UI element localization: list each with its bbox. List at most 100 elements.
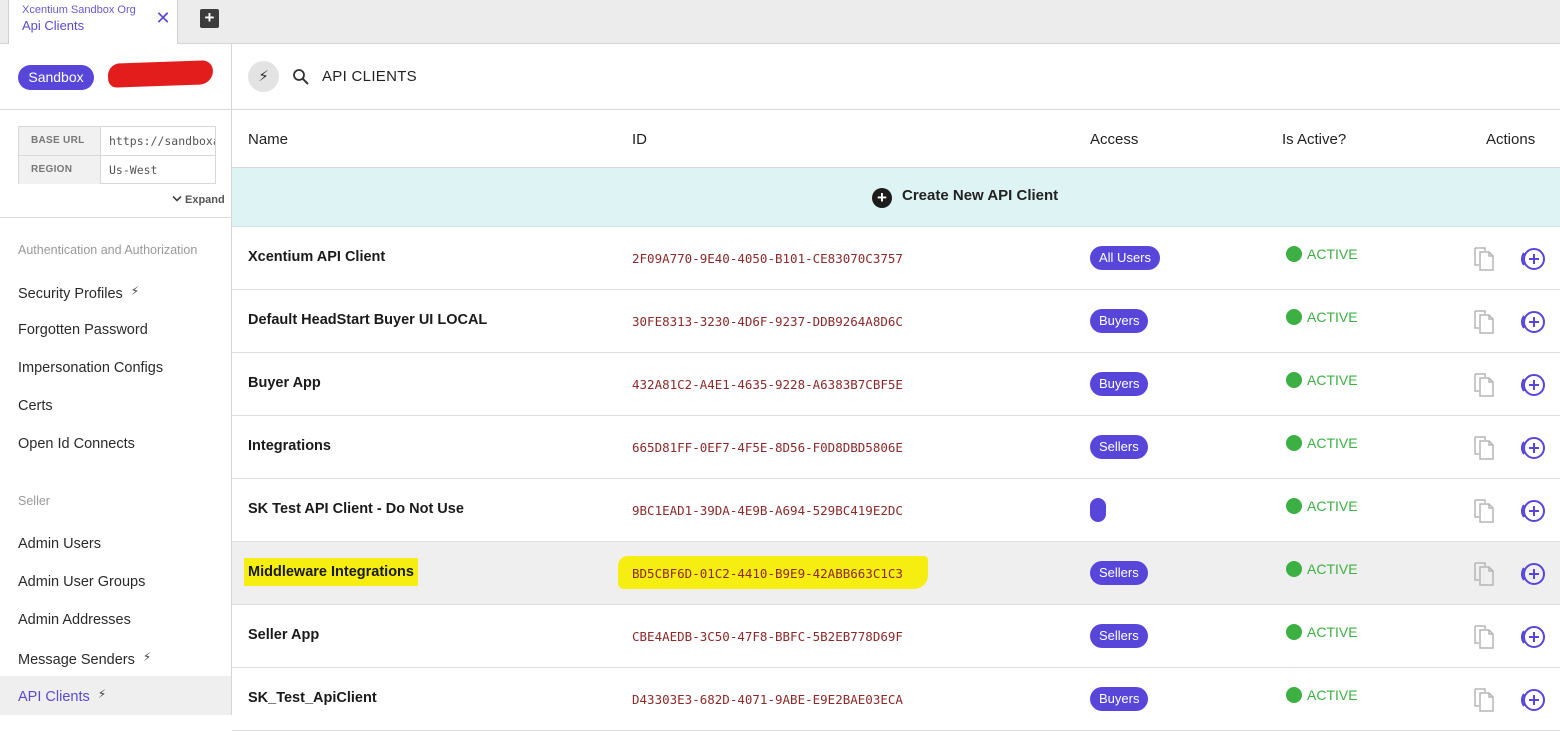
copy-icon[interactable]	[1472, 372, 1496, 398]
add-circle-icon[interactable]	[1520, 309, 1546, 335]
table-row[interactable]: Integrations 665D81FF-0EF7-4F5E-8D56-F0D…	[232, 416, 1560, 479]
env-row-region: REGION Us-West	[19, 155, 215, 184]
column-header-is-active[interactable]: Is Active?	[1282, 131, 1346, 148]
client-name-text: Middleware Integrations	[244, 558, 418, 586]
copy-icon[interactable]	[1472, 624, 1496, 650]
sidebar-item-message-senders[interactable]: Message Senders ⚡	[18, 650, 151, 668]
add-circle-icon[interactable]	[1520, 561, 1546, 587]
client-id: 2F09A770-9E40-4050-B101-CE83070C3757	[632, 251, 903, 266]
sidebar-item-label: Security Profiles	[18, 286, 123, 302]
client-id: 30FE8313-3230-4D6F-9237-DDB9264A8D6C	[632, 314, 903, 329]
status-dot-icon	[1286, 309, 1302, 325]
divider	[0, 109, 232, 110]
column-header-name[interactable]: Name	[248, 131, 288, 148]
status-badge: ACTIVE	[1286, 246, 1358, 262]
status-badge: ACTIVE	[1286, 687, 1358, 703]
sidebar-item-forgotten-password[interactable]: Forgotten Password	[18, 322, 148, 338]
column-header-id[interactable]: ID	[632, 131, 647, 148]
copy-icon[interactable]	[1472, 309, 1496, 335]
client-name: Xcentium API Client	[248, 249, 385, 265]
create-api-client-button[interactable]: + Create New API Client	[872, 187, 1058, 209]
column-header-access[interactable]: Access	[1090, 131, 1138, 148]
bolt-icon: ⚡	[97, 687, 107, 701]
sidebar-item-api-clients[interactable]: API Clients ⚡	[18, 687, 106, 705]
table-row[interactable]: SK_Test_ApiClient D43303E3-682D-4071-9AB…	[232, 668, 1560, 731]
page-header: ⚡ API CLIENTS	[232, 44, 1560, 110]
sidebar-item-admin-users[interactable]: Admin Users	[18, 536, 101, 552]
status-text: ACTIVE	[1307, 309, 1358, 325]
status-dot-icon	[1286, 246, 1302, 262]
client-name-text: Xcentium API Client	[248, 249, 386, 265]
environment-badge[interactable]: Sandbox	[18, 65, 94, 90]
status-text: ACTIVE	[1307, 435, 1358, 451]
copy-icon[interactable]	[1472, 435, 1496, 461]
access-badge	[1090, 498, 1106, 522]
access-badge: Sellers	[1090, 561, 1148, 585]
copy-icon[interactable]	[1472, 498, 1496, 524]
table-row[interactable]: Buyer App 432A81C2-A4E1-4635-9228-A6383B…	[232, 353, 1560, 416]
client-name-text: Default HeadStart Buyer UI LOCAL	[248, 312, 488, 328]
add-circle-icon[interactable]	[1520, 687, 1546, 713]
sidebar-item-label: Message Senders	[18, 652, 135, 668]
access-badge: Buyers	[1090, 372, 1149, 396]
environment-info: BASE URL https://sandboxapi.ordercloud.i…	[18, 126, 216, 184]
plus-circle-icon: +	[872, 188, 892, 208]
client-name: Integrations	[248, 438, 331, 454]
table-row[interactable]: Seller App CBE4AEDB-3C50-47F8-BBFC-5B2EB…	[232, 605, 1560, 668]
bolt-icon: ⚡	[130, 284, 140, 298]
client-id: CBE4AEDB-3C50-47F8-BBFC-5B2EB778D69F	[632, 629, 903, 644]
add-circle-icon[interactable]	[1520, 498, 1546, 524]
sidebar-item-admin-addresses[interactable]: Admin Addresses	[18, 612, 131, 628]
expand-label: Expand	[185, 194, 225, 206]
tab-api-clients[interactable]: Xcentium Sandbox Org Api Clients ✕	[8, 0, 178, 44]
sidebar-item-open-id-connects[interactable]: Open Id Connects	[18, 436, 135, 452]
status-dot-icon	[1286, 498, 1302, 514]
status-text: ACTIVE	[1307, 246, 1358, 262]
search-icon[interactable]	[292, 68, 310, 86]
divider	[0, 217, 232, 218]
status-text: ACTIVE	[1307, 624, 1358, 640]
table-row[interactable]: SK Test API Client - Do Not Use 9BC1EAD1…	[232, 479, 1560, 542]
create-row: + Create New API Client	[232, 168, 1560, 227]
table-row[interactable]: Default HeadStart Buyer UI LOCAL 30FE831…	[232, 290, 1560, 353]
bolt-icon[interactable]: ⚡	[248, 61, 279, 92]
add-circle-icon[interactable]	[1520, 435, 1546, 461]
create-label: Create New API Client	[902, 187, 1059, 204]
copy-icon[interactable]	[1472, 246, 1496, 272]
table-row[interactable]: Middleware Integrations BD5CBF6D-01C2-44…	[232, 542, 1560, 605]
sidebar-item-admin-user-groups[interactable]: Admin User Groups	[18, 574, 145, 590]
status-text: ACTIVE	[1307, 561, 1358, 577]
sidebar-item-label: API Clients	[18, 689, 90, 705]
chevron-down-icon	[172, 195, 182, 202]
access-badge: Buyers	[1090, 309, 1149, 333]
copy-icon[interactable]	[1472, 561, 1496, 587]
add-circle-icon[interactable]	[1520, 624, 1546, 650]
sidebar-item-security-profiles[interactable]: Security Profiles ⚡	[18, 284, 139, 302]
client-name-text: SK_Test_ApiClient	[248, 690, 377, 706]
section-label-seller: Seller	[18, 494, 50, 508]
client-name-text: SK Test API Client - Do Not Use	[248, 501, 464, 517]
close-icon[interactable]: ✕	[153, 8, 173, 28]
table-row[interactable]: Xcentium API Client 2F09A770-9E40-4050-B…	[232, 227, 1560, 290]
client-name: SK Test API Client - Do Not Use	[248, 501, 464, 517]
copy-icon[interactable]	[1472, 687, 1496, 713]
status-dot-icon	[1286, 435, 1302, 451]
access-badge: Buyers	[1090, 687, 1149, 711]
status-badge: ACTIVE	[1286, 624, 1358, 640]
expand-button[interactable]: Expand	[172, 194, 225, 206]
client-name: Middleware Integrations	[244, 558, 418, 586]
sidebar-item-certs[interactable]: Certs	[18, 398, 53, 414]
add-circle-icon[interactable]	[1520, 246, 1546, 272]
status-text: ACTIVE	[1307, 687, 1358, 703]
access-badge: All Users	[1090, 246, 1161, 270]
client-name: Buyer App	[248, 375, 321, 391]
sidebar-item-impersonation-configs[interactable]: Impersonation Configs	[18, 360, 163, 376]
tab-title: Api Clients	[22, 18, 85, 33]
table-header: Name ID Access Is Active? Actions	[232, 110, 1560, 168]
add-circle-icon[interactable]	[1520, 372, 1546, 398]
status-text: ACTIVE	[1307, 372, 1358, 388]
table-body: Xcentium API Client 2F09A770-9E40-4050-B…	[232, 227, 1560, 731]
env-key: BASE URL	[19, 127, 101, 155]
add-tab-icon[interactable]: +	[200, 9, 219, 28]
client-name: SK_Test_ApiClient	[248, 690, 377, 706]
